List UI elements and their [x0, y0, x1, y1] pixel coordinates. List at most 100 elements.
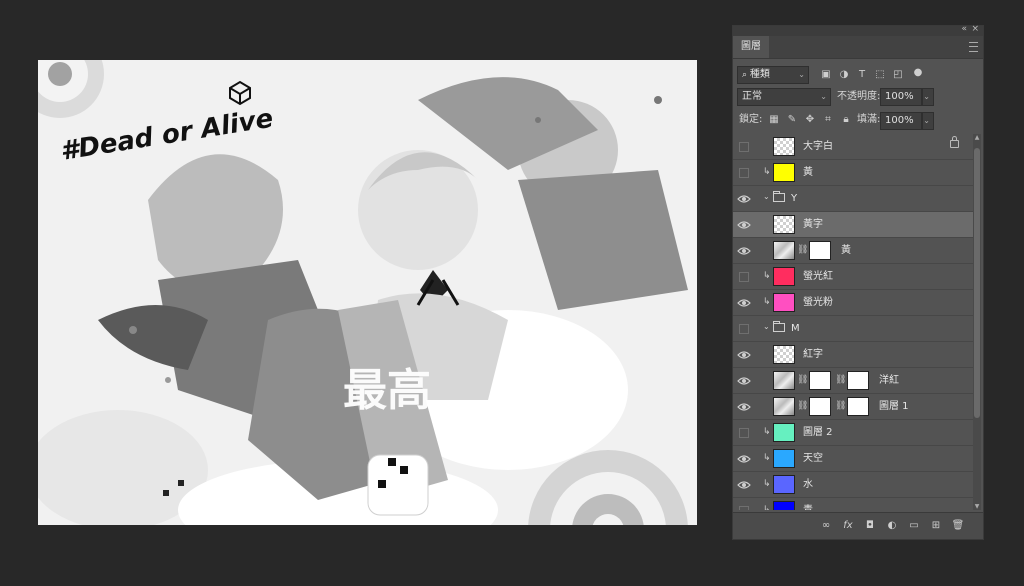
layer-row[interactable]: ⛓ ⛓ 圖層 1: [733, 394, 973, 420]
layer-row[interactable]: 黃字: [733, 212, 973, 238]
layer-row[interactable]: ⛓ 黃: [733, 238, 973, 264]
clipping-mask-icon: ↳: [763, 297, 771, 307]
new-layer-icon[interactable]: ⊞: [929, 519, 943, 533]
layer-thumbnail[interactable]: [773, 501, 795, 510]
tab-layers[interactable]: 圖層: [733, 36, 769, 58]
fill-field[interactable]: 100%: [880, 112, 922, 130]
layer-name: 黃字: [803, 219, 823, 230]
fill-dropdown-button[interactable]: ⌄: [922, 112, 934, 130]
layer-row[interactable]: ↳ 圖層 2: [733, 420, 973, 446]
group-expand-chevron-icon[interactable]: ⌄: [763, 322, 770, 331]
layer-thumbnail[interactable]: [773, 345, 795, 364]
clipping-mask-icon: ↳: [763, 453, 771, 463]
filter-kind-select[interactable]: ⌕ 種類 ⌄: [737, 66, 809, 84]
layer-lock-icon: [950, 136, 959, 148]
link-layers-icon[interactable]: ∞: [819, 519, 833, 533]
filter-shape-icon[interactable]: ⬚: [873, 68, 887, 82]
mask-link-icon[interactable]: ⛓: [797, 245, 808, 255]
blend-mode-select[interactable]: 正常 ⌄: [737, 88, 831, 106]
mask-link-icon[interactable]: ⛓: [797, 375, 808, 385]
filter-toggle-icon[interactable]: ●: [911, 66, 925, 80]
visibility-eye-icon[interactable]: [737, 296, 751, 310]
layers-scrollbar[interactable]: ▲ ▼: [973, 134, 981, 510]
visibility-eye-icon[interactable]: [737, 374, 751, 388]
layer-thumbnail[interactable]: [773, 371, 795, 390]
close-panel-icon[interactable]: ×: [971, 24, 979, 34]
collapse-panel-icon[interactable]: «: [961, 24, 967, 34]
layer-row[interactable]: ⛓ ⛓ 洋紅: [733, 368, 973, 394]
adjustment-layer-icon[interactable]: ◐: [885, 519, 899, 533]
layer-mask-thumbnail[interactable]: [809, 397, 831, 416]
layer-thumbnail[interactable]: [773, 215, 795, 234]
layer-row[interactable]: ↳ 天空: [733, 446, 973, 472]
layer-row[interactable]: ↳ 螢光粉: [733, 290, 973, 316]
panel-menu-icon[interactable]: [969, 42, 978, 52]
chevron-down-icon: ⌄: [923, 116, 930, 125]
layer-row[interactable]: ↳ 水: [733, 472, 973, 498]
visibility-eye-icon[interactable]: [737, 452, 751, 466]
filter-type-icon[interactable]: T: [855, 68, 869, 82]
visibility-eye-icon[interactable]: [737, 244, 751, 258]
filter-adjustment-icon[interactable]: ◑: [837, 68, 851, 82]
layer-name: 紅字: [803, 349, 823, 360]
visibility-toggle-off[interactable]: [739, 142, 749, 152]
group-expand-chevron-icon[interactable]: ⌄: [763, 192, 770, 201]
scroll-up-icon[interactable]: ▲: [973, 134, 981, 141]
add-mask-icon[interactable]: ◘: [863, 519, 877, 533]
visibility-toggle-off[interactable]: [739, 324, 749, 334]
lock-image-pixels-icon[interactable]: ✎: [785, 113, 799, 127]
layers-list: 大字白 ↳ 黃 ⌄ Y 黃字 ⛓ 黃 ↳ 螢光紅 ↳ 螢光粉 ⌄ M 紅字 ⛓ ⛓ 洋紅 ⛓ ⛓ 圖層 1 ↳ 圖層 2 ↳ 天…: [733, 134, 973, 510]
visibility-toggle-off[interactable]: [739, 272, 749, 282]
lock-transparent-pixels-icon[interactable]: ▦: [767, 113, 781, 127]
opacity-field[interactable]: 100%: [880, 88, 922, 106]
filter-smart-object-icon[interactable]: ◰: [891, 68, 905, 82]
visibility-toggle-off[interactable]: [739, 168, 749, 178]
vector-mask-thumbnail[interactable]: [847, 371, 869, 390]
visibility-eye-icon[interactable]: [737, 218, 751, 232]
layer-thumbnail[interactable]: [773, 397, 795, 416]
lock-all-icon[interactable]: 🔒︎: [839, 113, 853, 127]
scroll-down-icon[interactable]: ▼: [973, 503, 981, 510]
visibility-eye-icon[interactable]: [737, 400, 751, 414]
layer-thumbnail[interactable]: [773, 267, 795, 286]
layer-name: 螢光紅: [803, 271, 833, 282]
layer-thumbnail[interactable]: [773, 163, 795, 182]
layer-row[interactable]: ↳ 黃: [733, 160, 973, 186]
layer-row[interactable]: ↳青: [733, 498, 973, 510]
layer-row[interactable]: ⌄ M: [733, 316, 973, 342]
visibility-eye-icon[interactable]: [737, 478, 751, 492]
layer-thumbnail[interactable]: [773, 241, 795, 260]
mask-link-icon[interactable]: ⛓: [797, 401, 808, 411]
layer-name: 圖層 2: [803, 427, 833, 438]
lock-label: 鎖定:: [739, 114, 763, 125]
visibility-toggle-off[interactable]: [739, 506, 749, 510]
artwork-canvas[interactable]: #Dead or Alive 最高: [38, 60, 697, 525]
filter-pixel-icon[interactable]: ▣: [819, 68, 833, 82]
layer-mask-thumbnail[interactable]: [809, 241, 831, 260]
visibility-eye-icon[interactable]: [737, 192, 751, 206]
visibility-eye-icon[interactable]: [737, 348, 751, 362]
visibility-toggle-off[interactable]: [739, 428, 749, 438]
opacity-dropdown-button[interactable]: ⌄: [922, 88, 934, 106]
vector-mask-thumbnail[interactable]: [847, 397, 869, 416]
scrollbar-thumb[interactable]: [974, 148, 980, 418]
layer-row[interactable]: 大字白: [733, 134, 973, 160]
new-group-icon[interactable]: ▭: [907, 519, 921, 533]
mask-link-icon[interactable]: ⛓: [835, 375, 846, 385]
panel-tab-bar: 圖層: [733, 36, 983, 59]
fx-icon[interactable]: fx: [841, 519, 855, 533]
clipping-mask-icon: ↳: [763, 271, 771, 281]
mask-link-icon[interactable]: ⛓: [835, 401, 846, 411]
layer-thumbnail[interactable]: [773, 475, 795, 494]
layer-row[interactable]: ⌄ Y: [733, 186, 973, 212]
artboard-lock-icon[interactable]: ⌗: [821, 113, 835, 127]
layer-mask-thumbnail[interactable]: [809, 371, 831, 390]
layer-thumbnail[interactable]: [773, 449, 795, 468]
layer-thumbnail[interactable]: [773, 293, 795, 312]
layer-thumbnail[interactable]: [773, 423, 795, 442]
trash-icon[interactable]: 🗑︎: [951, 519, 965, 533]
layer-thumbnail[interactable]: [773, 137, 795, 156]
lock-position-icon[interactable]: ✥: [803, 113, 817, 127]
layer-row[interactable]: ↳ 螢光紅: [733, 264, 973, 290]
layer-row[interactable]: 紅字: [733, 342, 973, 368]
